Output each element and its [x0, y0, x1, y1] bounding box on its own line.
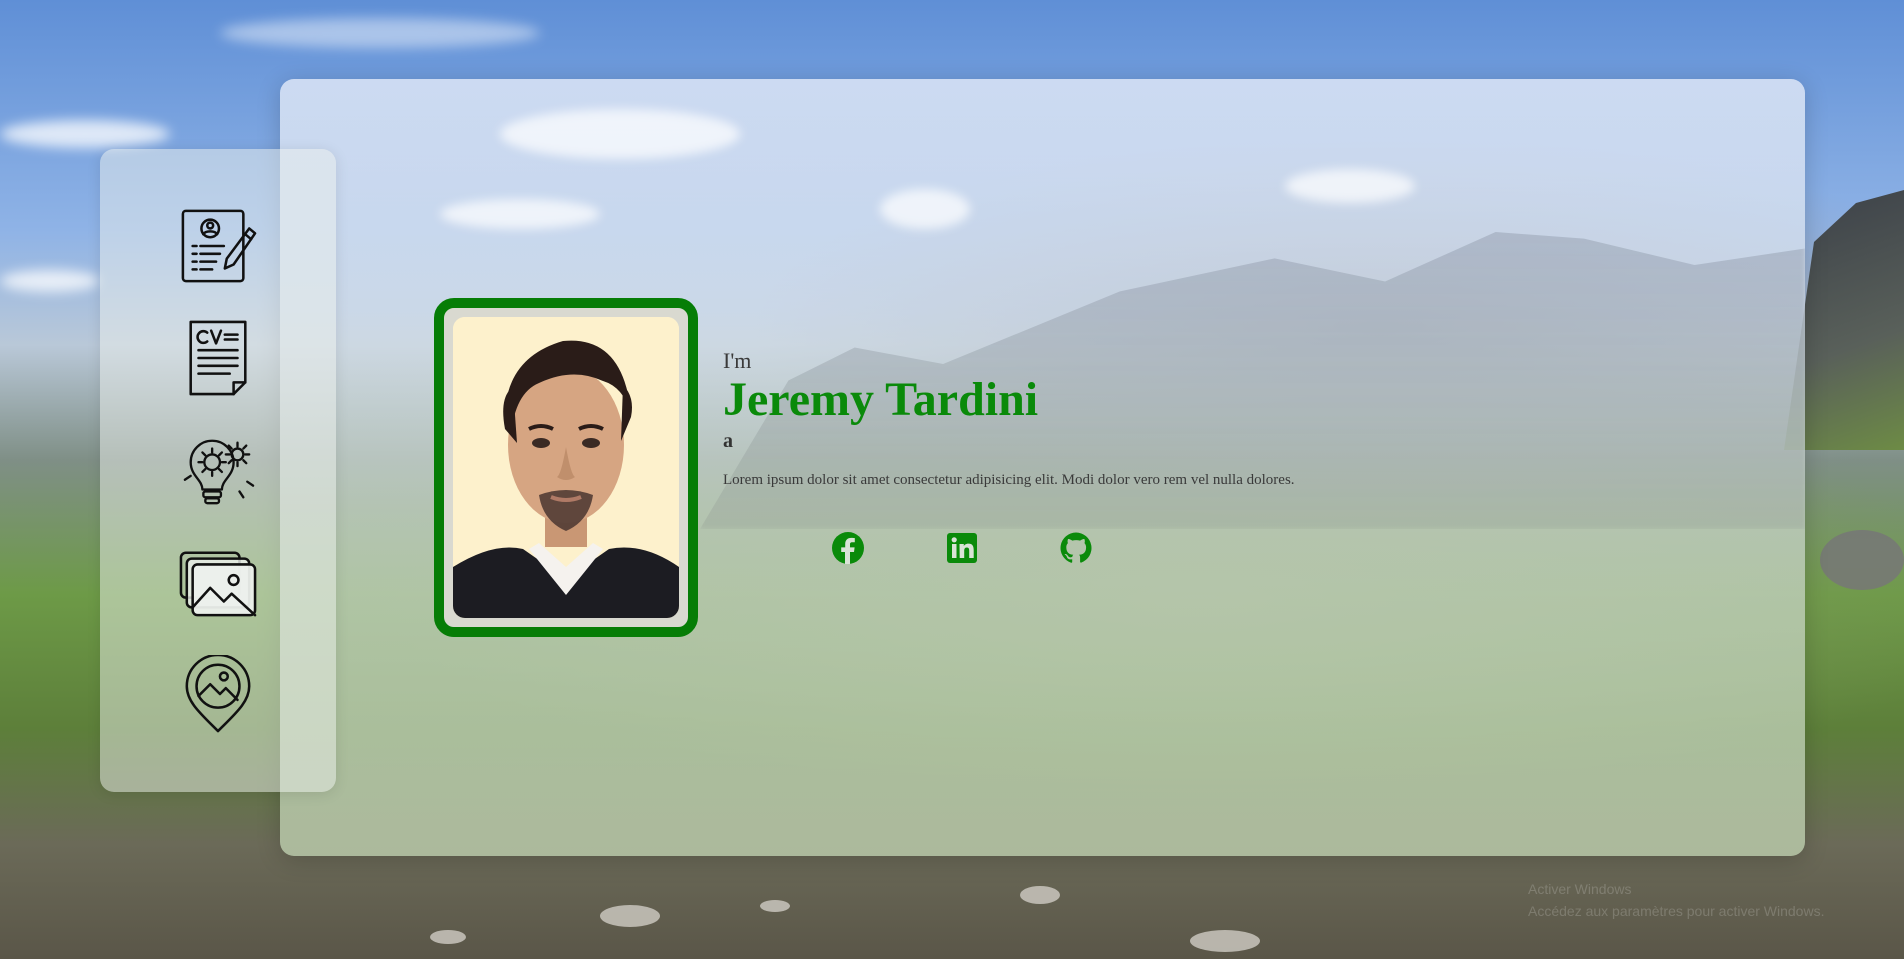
facebook-link[interactable]: [832, 532, 864, 564]
os-watermark: Activer Windows Accédez aux paramètres p…: [1528, 878, 1824, 922]
github-icon: [1060, 532, 1092, 563]
map-pin-landscape-icon: [185, 655, 251, 733]
watermark-line-1: Activer Windows: [1528, 881, 1632, 897]
card-cloud: [1285, 169, 1415, 203]
background-cloud: [0, 270, 100, 292]
linkedin-link[interactable]: [946, 532, 978, 564]
profile-role: a: [723, 430, 733, 452]
linkedin-icon: [947, 533, 977, 563]
profile-photo: [453, 317, 679, 618]
photo-gallery-icon: [179, 551, 257, 617]
profile-photo-frame: [434, 298, 698, 637]
gear-bulb-icon: [183, 439, 255, 505]
portrait-image: [453, 317, 679, 618]
background-rock: [1190, 930, 1260, 952]
profile-bio: Lorem ipsum dolor sit amet consectetur a…: [723, 472, 1295, 488]
background-cloud: [220, 18, 540, 48]
nav-item-resume[interactable]: [178, 207, 258, 285]
nav-item-gallery[interactable]: [178, 543, 258, 621]
resume-profile-icon: [181, 209, 257, 283]
nav-item-cv[interactable]: [178, 319, 258, 397]
background-rock: [600, 905, 660, 927]
facebook-icon: [832, 532, 864, 564]
nav-item-location[interactable]: [178, 655, 258, 733]
profile-name: Jeremy Tardini: [723, 373, 1039, 426]
card-cloud: [880, 189, 970, 229]
social-links: [832, 532, 1092, 564]
sidebar-nav: [100, 149, 336, 792]
background-rock: [1020, 886, 1060, 904]
card-cloud: [500, 109, 740, 159]
background-rock: [1820, 530, 1904, 590]
background-rock: [430, 930, 466, 944]
background-cloud: [0, 120, 170, 148]
github-link[interactable]: [1060, 532, 1092, 564]
background-rock: [760, 900, 790, 912]
cv-document-icon: [189, 320, 247, 396]
card-cloud: [440, 199, 600, 229]
nav-item-skills[interactable]: [178, 431, 258, 509]
greeting-text: I'm: [723, 348, 752, 373]
watermark-line-2: Accédez aux paramètres pour activer Wind…: [1528, 903, 1825, 919]
